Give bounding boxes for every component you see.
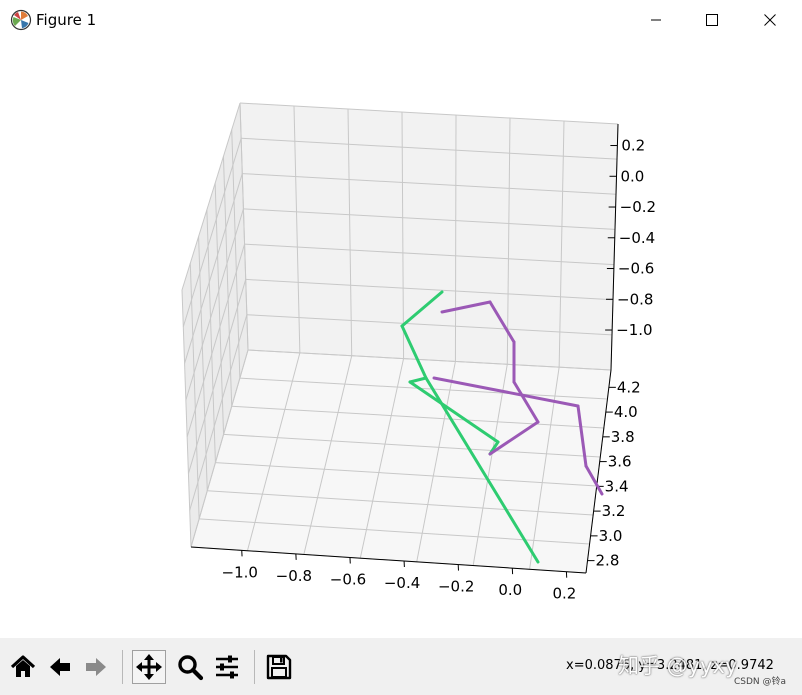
forward-button[interactable] (79, 650, 113, 684)
toolbar-separator (254, 650, 255, 684)
z-tick-label: −0.2 (620, 198, 656, 216)
watermark-small: CSDN @铃a (734, 677, 787, 687)
y-tick-label: 2.8 (596, 552, 620, 570)
y-tick-label: 3.2 (602, 502, 626, 520)
minimize-icon (651, 19, 661, 21)
zoom-button[interactable] (173, 650, 207, 684)
y-tick-label: 3.0 (599, 527, 623, 545)
x-tick-label: −1.0 (222, 563, 258, 581)
close-button[interactable] (747, 0, 793, 40)
toolbar-separator (122, 650, 123, 684)
x-tick-label: −0.2 (438, 578, 474, 596)
pan-button[interactable] (132, 650, 166, 684)
grid-line (454, 114, 457, 362)
y-tick-label: 3.8 (611, 428, 635, 446)
app-icon (10, 9, 32, 31)
watermark: 知乎 @yyxy (618, 654, 738, 678)
z-tick-label: −0.6 (618, 260, 654, 278)
save-button[interactable] (262, 650, 296, 684)
x-tick-label: −0.6 (330, 570, 366, 588)
x-tick-label: 0.0 (498, 581, 522, 599)
home-icon (10, 655, 36, 677)
configure-subplots-button[interactable] (210, 650, 244, 684)
home-button[interactable] (6, 650, 40, 684)
title-bar: Figure 1 (0, 0, 802, 40)
move-icon (136, 654, 162, 680)
z-tick-label: −0.8 (617, 290, 653, 308)
plot-canvas[interactable]: −1.0 −0.8 −0.6 −0.4 −0.2 0.0 0.2 4.2 4.0 3.8 3.6 3.… (0, 40, 802, 638)
y-tick-label: 3.6 (608, 453, 632, 471)
x-tick-label: −0.4 (384, 574, 420, 592)
x-tick-label: 0.2 (552, 585, 576, 603)
minimize-button[interactable] (633, 0, 679, 40)
forward-arrow-icon (86, 658, 106, 676)
z-tick-label: 0.0 (621, 167, 645, 185)
close-icon (764, 14, 776, 26)
x-tick-label: −0.8 (276, 567, 312, 585)
z-tick-label: −0.4 (619, 229, 655, 247)
z-tick-label: −1.0 (616, 321, 652, 339)
floppy-icon (266, 654, 292, 680)
window-title: Figure 1 (36, 11, 97, 29)
maximize-icon (706, 14, 718, 26)
back-button[interactable] (43, 650, 77, 684)
z-tick-label: 0.2 (621, 137, 645, 155)
y-tick-label: 4.2 (617, 378, 641, 396)
floor-pane (191, 350, 611, 573)
y-tick-label: 4.0 (614, 403, 638, 421)
back-arrow-icon (50, 658, 70, 676)
maximize-button[interactable] (689, 0, 735, 40)
3d-axes: −1.0 −0.8 −0.6 −0.4 −0.2 0.0 0.2 4.2 4.0 3.8 3.6 3.… (181, 102, 656, 603)
zoom-icon (178, 655, 204, 681)
sliders-icon (216, 655, 238, 679)
y-tick-label: 3.4 (605, 477, 629, 495)
